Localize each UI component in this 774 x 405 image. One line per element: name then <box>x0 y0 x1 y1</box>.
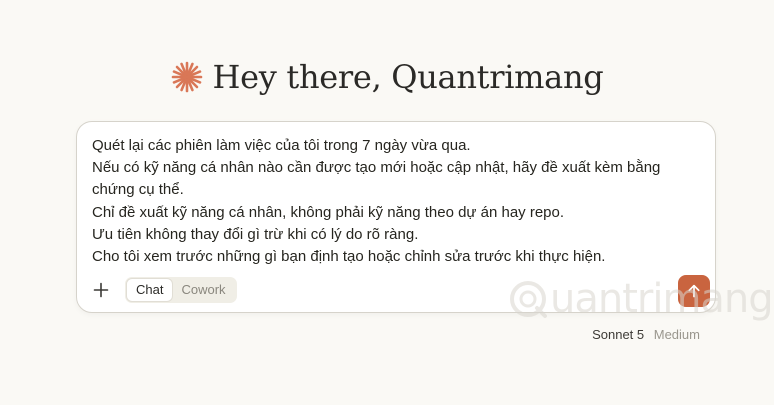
prompt-input[interactable]: Quét lại các phiên làm việc của tôi tron… <box>92 135 700 268</box>
arrow-up-icon <box>688 284 700 298</box>
mode-toggle: Chat Cowork <box>125 277 237 303</box>
model-selector[interactable]: Sonnet 5 Medium <box>592 327 700 342</box>
mode-chat-button[interactable]: Chat <box>127 279 173 301</box>
greeting: Hey there, Quantrimang <box>0 58 774 96</box>
greeting-title: Hey there, Quantrimang <box>212 58 604 96</box>
prompt-line: Chỉ đề xuất kỹ năng cá nhân, không phải … <box>92 203 565 221</box>
mode-cowork-button[interactable]: Cowork <box>172 279 234 301</box>
send-button[interactable] <box>678 275 710 307</box>
prompt-line: Ưu tiên không thay đổi gì trừ khi có lý … <box>92 225 419 243</box>
prompt-line: Cho tôi xem trước những gì bạn định tạo … <box>92 248 606 266</box>
plus-icon <box>93 282 109 298</box>
message-composer[interactable]: Quét lại các phiên làm việc của tôi tron… <box>76 121 716 313</box>
model-effort: Medium <box>653 327 700 342</box>
model-name: Sonnet 5 <box>592 327 645 342</box>
add-attachment-button[interactable] <box>89 278 113 302</box>
prompt-line: Quét lại các phiên làm việc của tôi tron… <box>92 137 471 154</box>
asterisk-spark-icon <box>171 61 202 93</box>
prompt-line: Nếu có kỹ năng cá nhân nào cần được tạo … <box>92 159 661 199</box>
new-chat-page: Hey there, Quantrimang Quét lại các phiê… <box>0 0 774 405</box>
